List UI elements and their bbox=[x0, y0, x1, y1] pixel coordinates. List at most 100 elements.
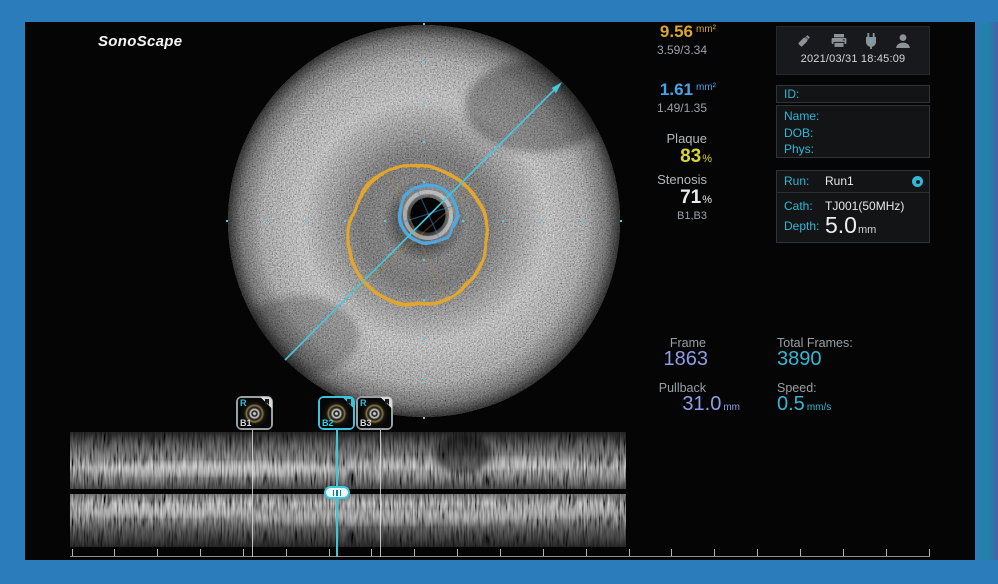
ruler-tick bbox=[929, 549, 930, 556]
total-frames-value: 3890 bbox=[777, 348, 822, 371]
ruler-tick bbox=[457, 549, 458, 556]
patient-id-label: ID: bbox=[784, 87, 799, 101]
patient-info-panel: Name: DOB: Phys: bbox=[776, 105, 930, 158]
ruler-tick bbox=[757, 549, 758, 556]
ruler-tick bbox=[114, 549, 115, 556]
scale-grid-dot bbox=[423, 338, 425, 340]
bookmark-line-b3[interactable] bbox=[380, 430, 381, 557]
vessel-area-unit: mm² bbox=[696, 24, 716, 35]
vessel-area-number: 9.56 bbox=[660, 22, 693, 41]
run-label: Run: bbox=[784, 171, 809, 191]
stenosis-value: 71% bbox=[680, 187, 712, 209]
plaque-label: Plaque bbox=[667, 131, 707, 146]
run-info-icon[interactable] bbox=[912, 176, 923, 187]
speed-number: 0.5 bbox=[777, 393, 805, 415]
ruler-tick bbox=[800, 549, 801, 556]
window-frame-bottom bbox=[0, 560, 998, 584]
scale-grid-dot bbox=[423, 141, 425, 143]
ivus-cross-section-image[interactable] bbox=[227, 24, 621, 418]
shadow-region bbox=[239, 296, 359, 376]
ruler-tick bbox=[586, 549, 587, 556]
lumen-diameters: 1.49/1.35 bbox=[657, 101, 707, 115]
stenosis-label: Stenosis bbox=[657, 172, 707, 187]
depth-value: 5.0mm bbox=[825, 212, 876, 239]
scale-grid-dot bbox=[423, 102, 425, 104]
run-value: Run1 bbox=[825, 171, 854, 191]
plaque-unit: % bbox=[702, 153, 712, 165]
vessel-area-value: 9.56mm² bbox=[660, 22, 716, 42]
catheter-hole bbox=[411, 198, 446, 233]
scale-grid-dot bbox=[344, 220, 346, 222]
ruler-tick bbox=[500, 549, 501, 556]
ruler-tick bbox=[157, 549, 158, 556]
ruler-tick bbox=[543, 549, 544, 556]
plaque-number: 83 bbox=[680, 146, 701, 167]
window-frame-top bbox=[0, 0, 998, 22]
scale-grid-dot bbox=[581, 220, 583, 222]
scale-grid-dot bbox=[423, 62, 425, 64]
ruler-tick bbox=[843, 549, 844, 556]
bookmark-thumb-b2[interactable]: B2 bbox=[318, 396, 355, 430]
ruler-tick bbox=[72, 549, 73, 556]
lumen-area-unit: mm² bbox=[696, 82, 716, 93]
ruler-tick bbox=[714, 549, 715, 556]
catheter-label: Cath: bbox=[784, 198, 813, 214]
run-info-panel: Run: Run1 Cath: TJ001(50MHz) Depth: 5.0m… bbox=[776, 170, 930, 243]
ruler-tick bbox=[414, 549, 415, 556]
power-plug-icon[interactable] bbox=[863, 32, 879, 50]
scale-grid-dot bbox=[423, 299, 425, 301]
scale-grid-dot bbox=[423, 23, 425, 25]
scale-grid-dot bbox=[423, 378, 425, 380]
ruler-tick bbox=[671, 549, 672, 556]
scale-grid-dot bbox=[226, 220, 228, 222]
ruler-tick bbox=[329, 549, 330, 556]
ruler-tick bbox=[371, 549, 372, 556]
stenosis-unit: % bbox=[702, 194, 712, 206]
ruler-tick bbox=[243, 549, 244, 556]
patient-name-label: Name: bbox=[784, 108, 929, 125]
ild-bottom-strip[interactable] bbox=[70, 494, 626, 547]
lumen-area-number: 1.61 bbox=[660, 80, 693, 99]
bookmark-thumb-b3[interactable]: R B3 bbox=[356, 396, 393, 430]
bookmark-line-b1[interactable] bbox=[252, 430, 253, 557]
scale-grid-dot bbox=[305, 220, 307, 222]
scale-grid-dot bbox=[462, 220, 464, 222]
ruler-tick bbox=[200, 549, 201, 556]
usb-drive-icon[interactable] bbox=[794, 32, 814, 50]
ruler-tick bbox=[286, 549, 287, 556]
ild-top-strip[interactable] bbox=[70, 432, 626, 489]
scale-grid-dot bbox=[502, 220, 504, 222]
pullback-ruler bbox=[70, 556, 930, 557]
vessel-diameters: 3.59/3.34 bbox=[657, 43, 707, 57]
pullback-unit: mm bbox=[723, 402, 740, 413]
user-icon[interactable] bbox=[894, 32, 912, 50]
depth-number: 5.0 bbox=[825, 212, 857, 238]
window-frame-left bbox=[0, 22, 25, 560]
ruler-tick bbox=[886, 549, 887, 556]
system-toolbar-panel: 2021/03/31 18:45:09 bbox=[776, 26, 930, 75]
stenosis-number: 71 bbox=[680, 187, 701, 208]
printer-icon[interactable] bbox=[829, 32, 849, 50]
bookmark-id: B3 bbox=[360, 418, 372, 428]
scale-grid-dot bbox=[423, 181, 425, 183]
bookmark-id: B2 bbox=[322, 418, 334, 428]
frame-slider-handle[interactable] bbox=[324, 486, 350, 499]
recorded-marker: R bbox=[240, 398, 247, 408]
speed-value: 0.5mm/s bbox=[777, 393, 831, 416]
lumen-area-value: 1.61mm² bbox=[660, 80, 716, 100]
scale-grid-dot bbox=[541, 220, 543, 222]
datetime-stamp: 2021/03/31 18:45:09 bbox=[777, 53, 929, 65]
ivus-workstation: SonoScape bbox=[0, 0, 998, 584]
frame-value: 1863 bbox=[664, 348, 709, 371]
speed-unit: mm/s bbox=[807, 402, 831, 413]
recorded-marker: R bbox=[360, 398, 367, 408]
toolbar-icon-row bbox=[777, 27, 929, 50]
patient-phys-label: Phys: bbox=[784, 141, 929, 158]
bookmark-thumb-b1[interactable]: R B1 bbox=[236, 396, 273, 430]
stenosis-reference-bookmarks: B1,B3 bbox=[677, 210, 707, 222]
window-frame-right bbox=[975, 22, 998, 560]
pullback-value: 31.0mm bbox=[682, 393, 740, 416]
run-selector-row[interactable]: Run: Run1 bbox=[777, 171, 929, 193]
patient-dob-label: DOB: bbox=[784, 125, 929, 142]
bookmark-id: B1 bbox=[240, 418, 252, 428]
